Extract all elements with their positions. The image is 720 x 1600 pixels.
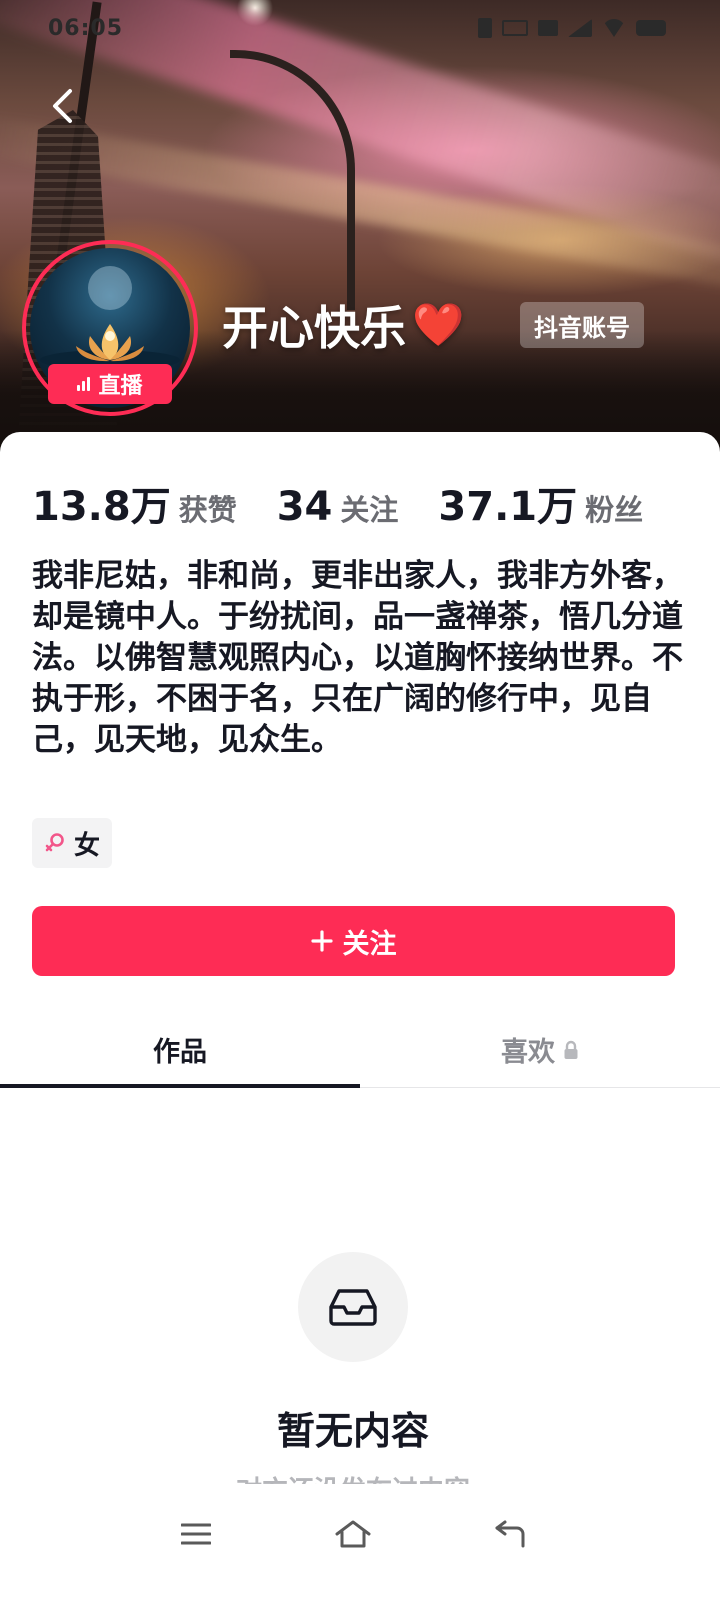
menu-icon [181, 1523, 211, 1545]
chevron-left-icon [53, 89, 72, 123]
sim-icon [478, 18, 492, 38]
battery-icon [636, 20, 666, 36]
tab-label: 作品 [153, 1037, 207, 1068]
bio-text: 我非尼姑，非和尚，更非出家人，我非方外客，却是镜中人。于纷扰间，品一盏禅茶，悟几… [32, 558, 683, 758]
home-button[interactable] [325, 1506, 381, 1562]
stats-row: 13.8万 获赞 34 关注 37.1万 粉丝 [32, 474, 643, 532]
female-icon [45, 833, 64, 852]
empty-title: 暂无内容 [276, 1409, 429, 1453]
stat-value: 34 [276, 484, 333, 530]
inbox-icon [329, 1289, 377, 1326]
signal-icon [568, 19, 592, 37]
stat-label: 获赞 [178, 493, 237, 527]
tab-works[interactable]: 作品 [0, 1012, 360, 1088]
hd-icon [538, 20, 558, 36]
follow-button[interactable]: 关注 [32, 906, 675, 976]
stat-likes[interactable]: 13.8万 获赞 [32, 474, 237, 532]
back-arrow-icon [495, 1520, 525, 1548]
stat-value: 37.1万 [438, 484, 578, 530]
heart-icon: ❤️ [412, 300, 465, 349]
plus-icon [310, 930, 333, 952]
back-nav-button[interactable] [482, 1506, 538, 1562]
tab-likes[interactable]: 喜欢 [360, 1012, 720, 1087]
system-nav-bar [0, 1484, 720, 1600]
nickname: 开心快乐 ❤️ [222, 292, 464, 358]
tab-label: 喜欢 [501, 1037, 555, 1068]
account-tag[interactable]: 抖音账号 [520, 302, 644, 348]
status-bar: 06:05 [0, 0, 720, 56]
follow-button-label: 关注 [342, 928, 397, 959]
stat-label: 粉丝 [585, 493, 644, 527]
back-button[interactable] [40, 84, 84, 128]
nickname-text: 开心快乐 [222, 301, 406, 355]
gender-label: 女 [74, 830, 101, 861]
stat-label: 关注 [340, 493, 399, 527]
content-tabs: 作品 喜欢 [0, 1012, 720, 1088]
menu-button[interactable] [168, 1506, 224, 1562]
status-icons [478, 18, 666, 38]
wifi-icon [602, 19, 626, 37]
status-time: 06:05 [48, 16, 124, 41]
stat-value: 13.8万 [32, 484, 171, 530]
stat-following[interactable]: 34 关注 [277, 484, 399, 530]
live-bars-icon [77, 377, 91, 391]
live-badge-label: 直播 [98, 374, 143, 399]
profile-sheet: 13.8万 获赞 34 关注 37.1万 粉丝 我非尼姑，非和尚，更非出家人，我… [0, 432, 720, 1600]
empty-inbox-icon [298, 1252, 408, 1362]
data-speed-icon [502, 20, 528, 36]
lock-icon [564, 1040, 578, 1059]
gender-tag: 女 [32, 818, 113, 868]
stat-followers[interactable]: 37.1万 粉丝 [438, 474, 643, 532]
live-badge[interactable]: 直播 [48, 364, 172, 404]
home-icon [335, 1520, 371, 1548]
